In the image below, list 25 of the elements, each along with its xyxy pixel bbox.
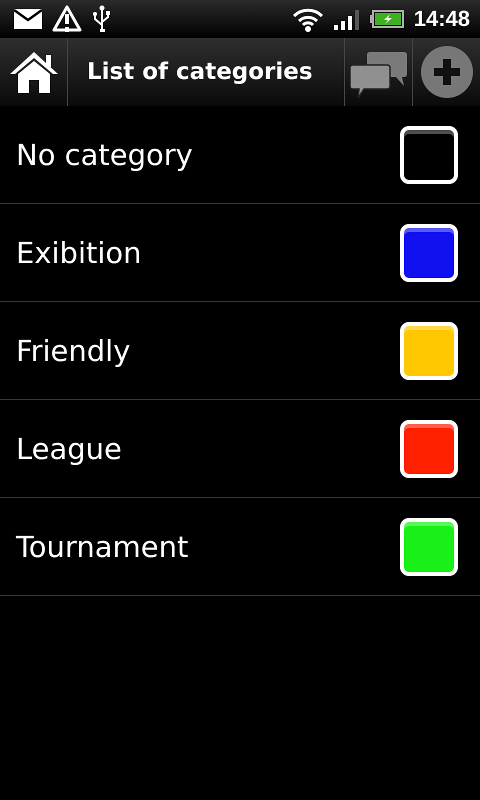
usb-icon bbox=[92, 5, 112, 33]
battery-icon bbox=[370, 10, 404, 28]
color-swatch[interactable] bbox=[400, 126, 458, 184]
clock-time: 14:48 bbox=[414, 6, 470, 32]
category-item[interactable]: Tournament bbox=[0, 498, 480, 596]
color-swatch[interactable] bbox=[400, 322, 458, 380]
plus-icon bbox=[420, 45, 474, 99]
warning-icon bbox=[52, 5, 82, 33]
category-name: Tournament bbox=[16, 530, 188, 564]
category-item[interactable]: Friendly bbox=[0, 302, 480, 400]
home-icon bbox=[8, 50, 60, 94]
color-swatch[interactable] bbox=[400, 224, 458, 282]
wifi-icon bbox=[292, 6, 324, 32]
color-swatch[interactable] bbox=[400, 420, 458, 478]
category-item[interactable]: No category bbox=[0, 106, 480, 204]
mail-icon bbox=[14, 9, 42, 29]
screen-title: List of categories bbox=[86, 59, 314, 85]
color-swatch[interactable] bbox=[400, 518, 458, 576]
signal-icon bbox=[334, 8, 360, 30]
category-item[interactable]: League bbox=[0, 400, 480, 498]
category-name: Exibition bbox=[16, 236, 142, 270]
category-name: Friendly bbox=[16, 334, 130, 368]
category-name: No category bbox=[16, 138, 193, 172]
category-name: League bbox=[16, 432, 122, 466]
category-item[interactable]: Exibition bbox=[0, 204, 480, 302]
